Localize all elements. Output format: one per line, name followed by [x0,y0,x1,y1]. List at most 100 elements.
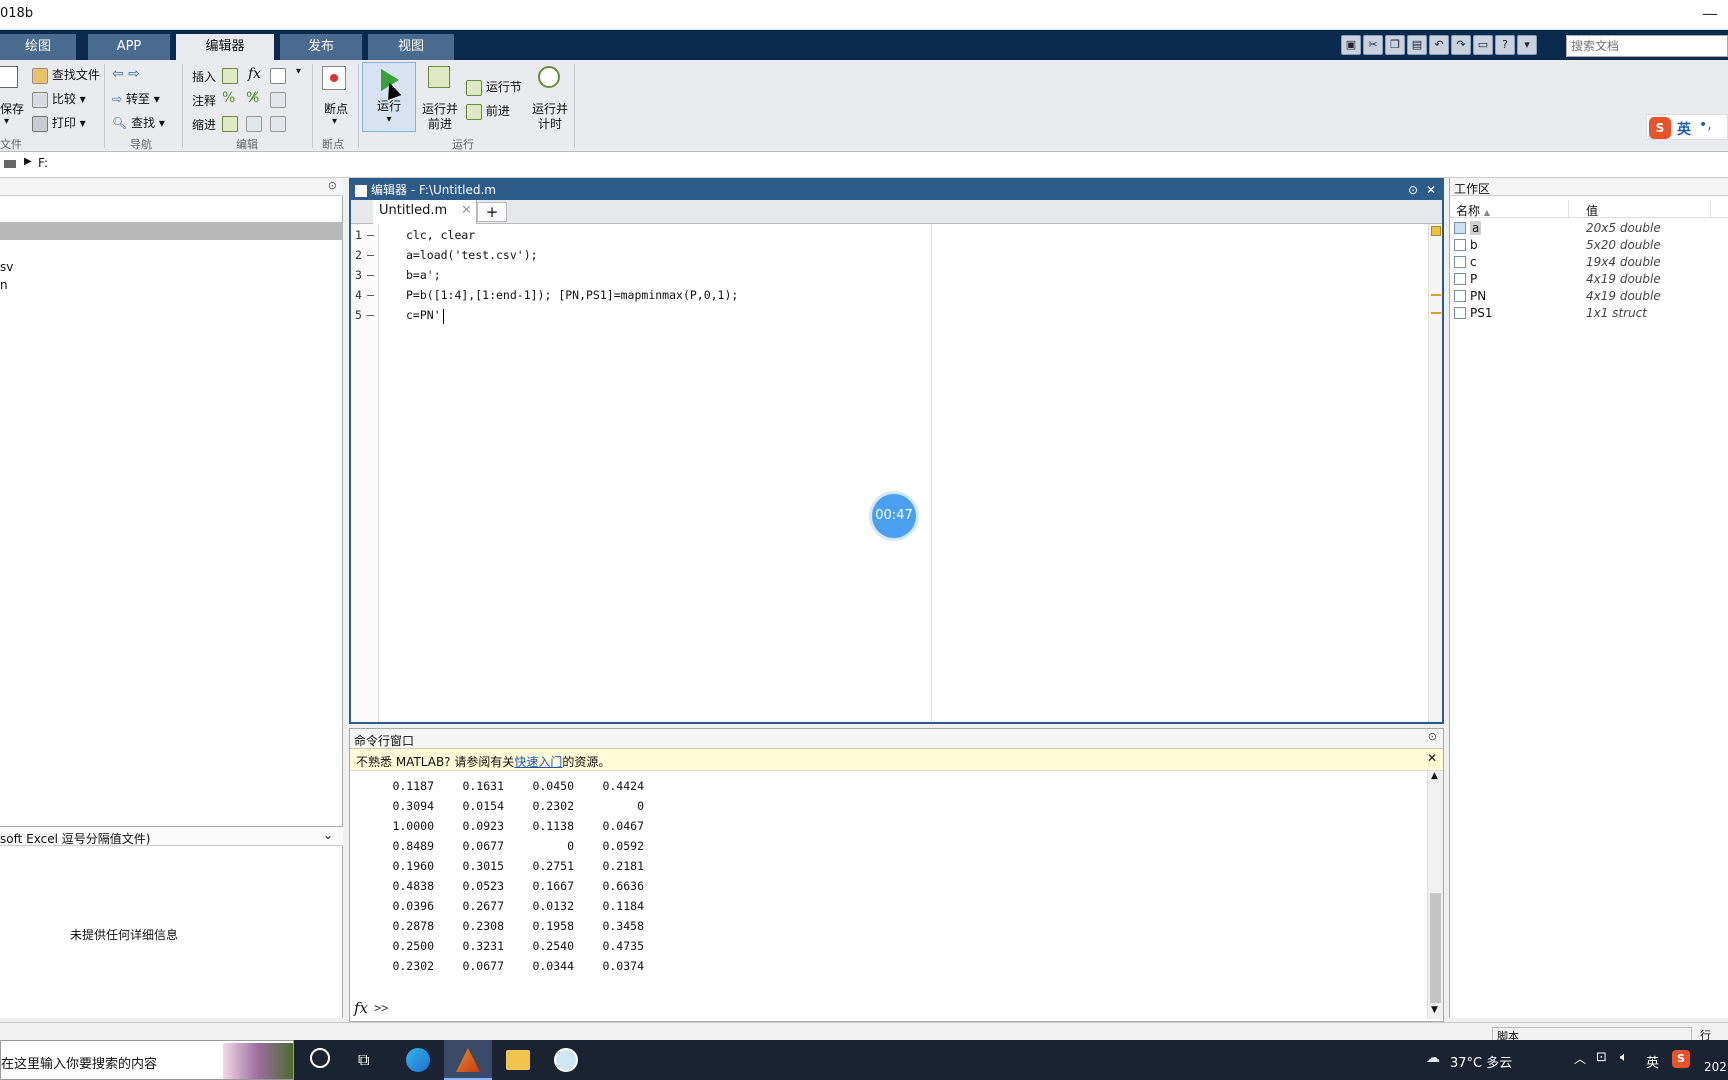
insert-dropdown-icon[interactable]: ▾ [296,66,301,77]
breakpoints-dropdown-icon[interactable]: ▾ [332,116,337,127]
edge-icon[interactable] [406,1048,430,1072]
run-section-button[interactable]: 运行节 [466,78,522,96]
workspace-variable-row[interactable]: c 19x4 double [1450,254,1728,271]
tab-publish[interactable]: 发布 [280,34,362,60]
close-tab-icon[interactable]: ✕ [461,200,472,222]
network-icon[interactable]: ⊡ [1596,1050,1607,1065]
group-label-edit: 编辑 [236,138,258,151]
chevron-down-icon[interactable]: ▾ [1517,35,1537,55]
fx-icon[interactable]: fx [354,999,368,1017]
output-value: 0 [567,839,574,853]
uncomment-icon[interactable]: %̸ [246,90,259,106]
find-button[interactable]: 🔍︎ 查找 ▾ [112,114,165,131]
print-button[interactable]: 打印 ▾ [32,114,86,132]
redo-icon[interactable]: ↷ [1451,35,1471,55]
scroll-down-icon[interactable]: ▼ [1431,1005,1438,1015]
run-and-time-icon[interactable] [538,66,560,88]
input-language[interactable]: 英 [1646,1052,1659,1071]
scrollbar[interactable]: ▲ ▼ [1427,771,1443,1019]
insert-function-icon[interactable]: fx [248,66,261,82]
volume-icon[interactable]: 🔈︎ [1620,1050,1628,1065]
breakpoints-icon[interactable] [322,66,346,90]
tray-chevron-icon[interactable]: ︿ [1574,1050,1586,1067]
task-view-icon[interactable]: ⧉ [358,1050,369,1070]
save-icon[interactable] [0,66,18,88]
compare-button[interactable]: 比较 ▾ [32,90,86,108]
search-docs-input[interactable] [1566,35,1728,57]
close-icon[interactable]: ✕ [1427,751,1437,765]
getting-started-link[interactable]: 快速入门 [514,755,562,769]
weather-text[interactable]: 37°C 多云 [1450,1052,1512,1071]
taskbar-search-box[interactable]: 在这里输入你要搜索的内容 [0,1040,294,1080]
workspace-variable-row[interactable]: a 20x5 double [1450,220,1728,237]
timer-badge[interactable]: 00:47 [872,494,916,538]
find-files-button[interactable]: 查找文件 [32,66,100,84]
workspace-variable-row[interactable]: b 5x20 double [1450,237,1728,254]
matlab-taskbar-button[interactable] [444,1040,492,1080]
cortana-icon[interactable] [310,1048,330,1068]
current-folder-path[interactable]: F: [38,156,48,170]
insert-function-box-icon[interactable] [270,68,286,84]
workspace-variable-row[interactable]: P 4x19 double [1450,271,1728,288]
switch-windows-icon[interactable]: ▭ [1473,35,1493,55]
copy-icon[interactable]: ❐ [1385,35,1405,55]
run-advance-icon[interactable] [428,66,450,88]
tab-editor[interactable]: 编辑器 [176,34,274,60]
cut-icon[interactable]: ✂ [1363,35,1383,55]
ime-indicator[interactable]: S 英 •, [1646,114,1728,140]
output-value: 0.0523 [462,879,504,893]
save-icon[interactable]: ▣ [1341,35,1361,55]
file-item[interactable]: n [0,278,8,292]
command-prompt[interactable]: >> [374,1001,388,1015]
file-item[interactable]: sv [0,260,13,274]
decrease-indent-icon[interactable] [270,116,286,132]
file-explorer-icon[interactable] [506,1050,530,1070]
undo-icon[interactable]: ↶ [1429,35,1449,55]
help-icon[interactable]: ? [1495,35,1515,55]
workspace-variable-row[interactable]: PS1 1x1 struct [1450,305,1728,322]
comment-icon[interactable]: % [222,90,235,106]
output-value: 0.2500 [392,939,434,953]
warning-marker[interactable] [1431,312,1441,314]
column-value[interactable]: 值 [1586,202,1598,219]
minimize-button[interactable]: — [1702,4,1718,23]
breakpoints-button[interactable]: 断点 [324,100,348,117]
smart-indent-icon[interactable] [222,116,238,132]
scroll-thumb[interactable] [1430,893,1441,1003]
selected-file-row[interactable] [0,222,343,240]
editor-menu-icon[interactable]: ⊙ [1408,180,1418,200]
insert-section-icon[interactable] [222,68,238,84]
paste-icon[interactable]: ▤ [1407,35,1427,55]
tab-view[interactable]: 视图 [368,34,454,60]
workspace-variable-row[interactable]: PN 4x19 double [1450,288,1728,305]
warning-indicator-icon[interactable] [1431,226,1441,236]
notice-text: 不熟悉 MATLAB? 请参阅有关快速入门的资源。 [356,753,610,770]
panel-menu-icon[interactable]: ⊙ [1428,730,1437,743]
run-dropdown-icon: ▾ [386,114,392,125]
wrap-comments-icon[interactable] [270,92,286,108]
increase-indent-icon[interactable] [246,116,262,132]
advance-button[interactable]: 前进 [466,102,510,120]
address-bar[interactable]: ▶ F: [0,152,1728,178]
tab-apps[interactable]: APP [88,34,170,60]
goto-button[interactable]: ⇨ 转至 ▾ [112,90,160,107]
clock-date[interactable]: 202 [1704,1060,1727,1074]
tab-plots[interactable]: 绘图 [0,34,76,60]
sogou-tray-icon[interactable]: S [1672,1050,1690,1068]
add-tab-button[interactable]: + [477,202,507,222]
save-dropdown-icon[interactable]: ▾ [4,116,9,127]
save-button[interactable]: 保存 [0,100,24,117]
output-value: 0.4424 [602,779,644,793]
details-header[interactable]: soft Excel 逗号分隔值文件) ⌄ [0,826,343,846]
tab-untitled[interactable]: Untitled.m ✕ [373,200,477,224]
close-icon[interactable]: ✕ [1426,180,1436,200]
column-name[interactable]: 名称 ▲ [1456,202,1490,219]
back-arrow-icon[interactable]: ⇦ ⇨ [112,66,140,82]
variable-value: 1x1 struct [1586,306,1647,320]
panel-menu-icon[interactable]: ⊙ [328,179,337,192]
app-icon[interactable] [554,1048,578,1072]
warning-marker[interactable] [1431,294,1441,296]
chevron-down-icon[interactable]: ⌄ [323,828,333,842]
scroll-up-icon[interactable]: ▲ [1431,771,1438,781]
editor-window: 编辑器 - F:\Untitled.m ⊙ ✕ Untitled.m ✕ + 1… [349,178,1444,724]
